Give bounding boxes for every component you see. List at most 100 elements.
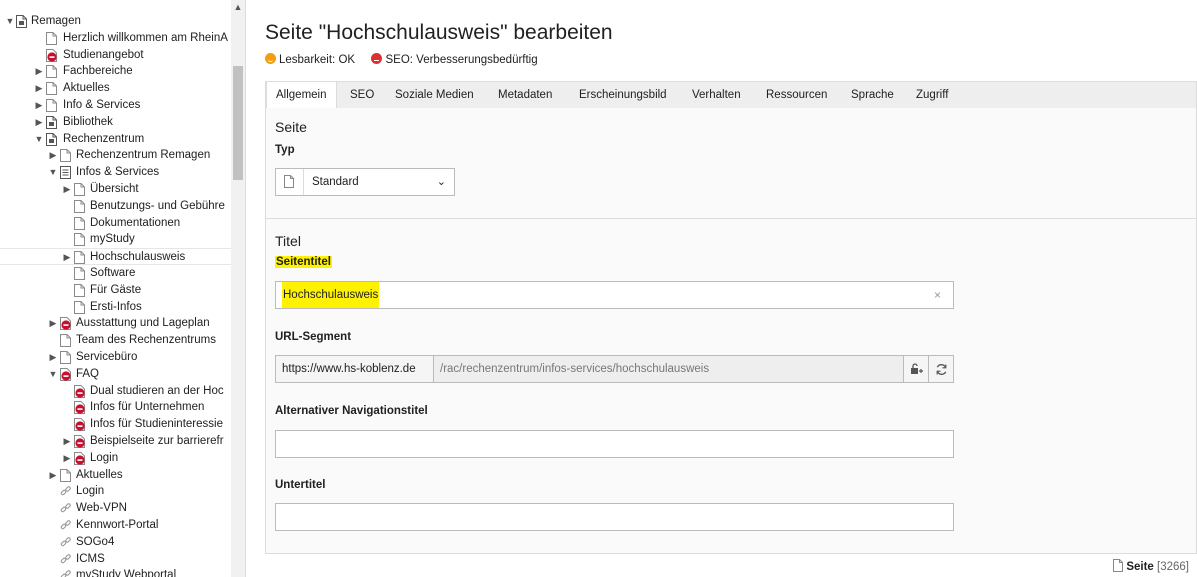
tab-verhalten[interactable]: Verhalten bbox=[692, 82, 741, 109]
clear-icon[interactable]: × bbox=[934, 282, 941, 308]
tab-seo[interactable]: SEO bbox=[350, 82, 374, 109]
tree-item[interactable]: ▶ Bibliothek bbox=[0, 114, 231, 131]
tree-item-label[interactable]: Kennwort-Portal bbox=[76, 517, 158, 534]
link-icon[interactable] bbox=[60, 569, 71, 577]
tree-item-label[interactable]: Info & Services bbox=[63, 97, 140, 114]
page-restricted-icon[interactable] bbox=[74, 401, 85, 415]
link-icon[interactable] bbox=[60, 553, 71, 566]
page-icon[interactable] bbox=[60, 149, 71, 163]
tree-item[interactable]: myStudy Webportal bbox=[0, 567, 231, 577]
tree-item-label[interactable]: Remagen bbox=[31, 13, 81, 30]
tree-item-label[interactable]: Übersicht bbox=[90, 181, 139, 198]
expand-icon[interactable]: ▶ bbox=[34, 114, 44, 131]
toggle-edit-url-button[interactable] bbox=[903, 355, 929, 383]
page-tree-scrollbar[interactable]: ▲ bbox=[231, 0, 245, 577]
tree-item-label[interactable]: Software bbox=[90, 265, 135, 282]
tree-item-label[interactable]: FAQ bbox=[76, 366, 99, 383]
tree-item-label[interactable]: myStudy Webportal bbox=[76, 567, 176, 577]
tab-erscheinungsbild[interactable]: Erscheinungsbild bbox=[579, 82, 667, 109]
tree-item[interactable]: ▶ Rechenzentrum Remagen bbox=[0, 147, 231, 164]
tab-metadaten[interactable]: Metadaten bbox=[498, 82, 552, 109]
link-icon[interactable] bbox=[60, 485, 71, 498]
collapse-icon[interactable]: ▼ bbox=[34, 131, 44, 148]
tree-item-label[interactable]: Dual studieren an der Hoc bbox=[90, 383, 224, 400]
page-icon[interactable] bbox=[46, 99, 57, 112]
page-root-icon[interactable] bbox=[16, 15, 27, 28]
page-restricted-icon[interactable] bbox=[46, 48, 57, 62]
tree-item[interactable]: Login bbox=[0, 483, 231, 500]
url-segment-input[interactable]: /rac/rechenzentrum/infos-services/hochsc… bbox=[433, 355, 904, 383]
tree-item-label[interactable]: Aktuelles bbox=[76, 467, 123, 484]
page-icon[interactable] bbox=[60, 351, 71, 364]
tree-item[interactable]: Dual studieren an der Hoc bbox=[0, 383, 231, 400]
tree-item-label[interactable]: Servicebüro bbox=[76, 349, 137, 366]
tree-item[interactable]: Infos für Unternehmen bbox=[0, 399, 231, 416]
tree-item-label[interactable]: Rechenzentrum Remagen bbox=[76, 147, 210, 164]
tree-item[interactable]: ▶ Info & Services bbox=[0, 97, 231, 114]
scroll-up-icon[interactable]: ▲ bbox=[231, 2, 245, 12]
expand-icon[interactable]: ▶ bbox=[62, 450, 72, 467]
page-icon[interactable] bbox=[60, 468, 71, 482]
expand-icon[interactable]: ▶ bbox=[48, 349, 58, 366]
tree-item-label[interactable]: Fachbereiche bbox=[63, 63, 133, 80]
page-icon[interactable] bbox=[74, 267, 85, 280]
tree-item-label[interactable]: Beispielseite zur barrierefr bbox=[90, 433, 224, 450]
tree-item-label[interactable]: Hochschulausweis bbox=[90, 249, 185, 264]
page-icon[interactable] bbox=[74, 283, 85, 297]
page-icon[interactable] bbox=[74, 300, 85, 314]
page-restricted-icon[interactable] bbox=[74, 418, 85, 432]
tree-item-label[interactable]: Rechenzentrum bbox=[63, 131, 144, 148]
page-icon[interactable] bbox=[46, 65, 57, 79]
page-icon[interactable] bbox=[60, 334, 71, 348]
tree-item-label[interactable]: Login bbox=[76, 483, 104, 500]
page-icon[interactable] bbox=[74, 183, 85, 196]
tree-item[interactable]: Dokumentationen bbox=[0, 215, 231, 232]
page-root-icon[interactable] bbox=[46, 132, 57, 146]
tree-item-label[interactable]: Für Gäste bbox=[90, 282, 141, 299]
tree-item[interactable]: Für Gäste bbox=[0, 282, 231, 299]
expand-icon[interactable]: ▶ bbox=[48, 315, 58, 332]
tree-item-label[interactable]: Infos für Unternehmen bbox=[90, 399, 204, 416]
tree-item-label[interactable]: Bibliothek bbox=[63, 114, 113, 131]
tree-item[interactable]: ICMS bbox=[0, 551, 231, 568]
tree-item[interactable]: ▶ Beispielseite zur barrierefr bbox=[0, 433, 231, 450]
tree-item-label[interactable]: Infos für Studieninteressie bbox=[90, 416, 223, 433]
tree-item-label[interactable]: Benutzungs- und Gebühre bbox=[90, 198, 225, 215]
expand-icon[interactable]: ▶ bbox=[62, 181, 72, 198]
tree-item-label[interactable]: Infos & Services bbox=[76, 164, 159, 181]
page-icon[interactable] bbox=[46, 31, 57, 45]
page-type-select[interactable]: Standard ⌄ bbox=[275, 168, 455, 196]
page-restricted-icon[interactable] bbox=[74, 435, 85, 448]
tree-item-label[interactable]: Team des Rechenzentrums bbox=[76, 332, 216, 349]
tab-zugriff[interactable]: Zugriff bbox=[916, 82, 948, 109]
tree-item[interactable]: Web-VPN bbox=[0, 500, 231, 517]
tree-item[interactable]: Team des Rechenzentrums bbox=[0, 332, 231, 349]
page-restricted-icon[interactable] bbox=[74, 451, 85, 465]
tree-item[interactable]: Ersti-Infos bbox=[0, 299, 231, 316]
expand-icon[interactable]: ▶ bbox=[62, 433, 72, 450]
expand-icon[interactable]: ▶ bbox=[48, 147, 58, 164]
tree-item[interactable]: ▼ FAQ bbox=[0, 366, 231, 383]
tree-item[interactable]: ▼ Rechenzentrum bbox=[0, 131, 231, 148]
page-restricted-icon[interactable] bbox=[60, 367, 71, 381]
tree-item-label[interactable]: Studienangebot bbox=[63, 47, 144, 64]
tree-item[interactable]: Herzlich willkommen am RheinA bbox=[0, 30, 231, 47]
tree-item[interactable]: Studienangebot bbox=[0, 47, 231, 64]
expand-icon[interactable]: ▶ bbox=[34, 63, 44, 80]
page-restricted-icon[interactable] bbox=[60, 317, 71, 331]
page-root-icon[interactable] bbox=[46, 115, 57, 129]
tree-item[interactable]: Benutzungs- und Gebühre bbox=[0, 198, 231, 215]
tab-ressourcen[interactable]: Ressourcen bbox=[766, 82, 827, 109]
tree-item[interactable]: myStudy bbox=[0, 231, 231, 248]
tree-item[interactable]: Kennwort-Portal bbox=[0, 517, 231, 534]
alt-nav-title-input[interactable] bbox=[275, 430, 954, 458]
tree-item[interactable]: Software bbox=[0, 265, 231, 282]
tree-item-label[interactable]: myStudy bbox=[90, 231, 135, 248]
tree-item[interactable]: ▶ Ausstattung und Lageplan bbox=[0, 315, 231, 332]
page-icon[interactable] bbox=[74, 216, 85, 230]
tree-item[interactable]: Infos für Studieninteressie bbox=[0, 416, 231, 433]
tree-item-label[interactable]: Ausstattung und Lageplan bbox=[76, 315, 210, 332]
link-icon[interactable] bbox=[60, 519, 71, 532]
link-icon[interactable] bbox=[60, 502, 71, 515]
tree-item-label[interactable]: Ersti-Infos bbox=[90, 299, 142, 316]
